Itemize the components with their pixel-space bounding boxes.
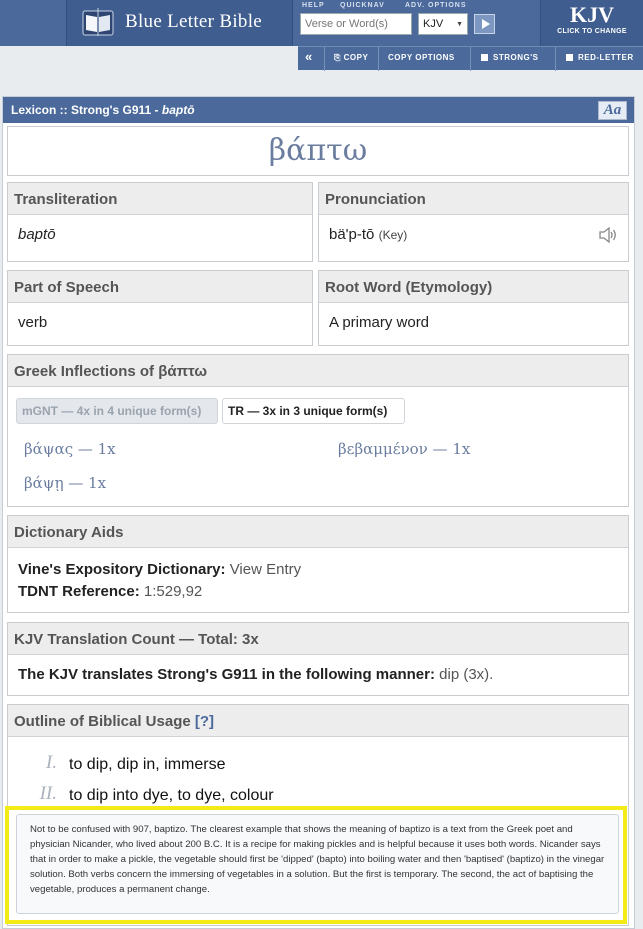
dictionary-aids-body: Vine's Expository Dictionary: View Entry…: [8, 548, 628, 603]
pronunciation-key-link[interactable]: (Key): [379, 228, 408, 242]
translation-count-body: The KJV translates Strong's G911 in the …: [8, 655, 628, 694]
translation-value-link[interactable]: dip (3x).: [439, 666, 493, 683]
outline-heading: Outline of Biblical Usage [?]: [8, 705, 628, 737]
dictionary-aids-heading: Dictionary Aids: [8, 516, 628, 548]
red-letter-checkbox[interactable]: [566, 54, 573, 61]
tab-tr[interactable]: TR — 3x in 3 unique form(s): [222, 398, 405, 424]
outline-item: to dip into dye, to dye, colour: [69, 787, 274, 804]
transliteration-heading: Transliteration: [8, 183, 312, 215]
vines-row: Vine's Expository Dictionary: View Entry: [18, 559, 618, 581]
transliteration-value: baptō: [18, 226, 56, 243]
outline-help-link[interactable]: [?]: [195, 713, 214, 730]
copy-label: COPY: [343, 53, 369, 62]
dictionary-aids-box: Dictionary Aids Vine's Expository Dictio…: [7, 515, 629, 613]
inflection-form[interactable]: βάψας — 1x: [24, 440, 116, 458]
lexicon-greek-word: βάπτω: [7, 126, 629, 176]
inflections-heading: Greek Inflections of βάπτω: [8, 355, 628, 387]
strongs-label: STRONG'S: [493, 53, 539, 62]
strongs-checkbox[interactable]: [481, 54, 488, 61]
transliteration-body: baptō: [8, 215, 312, 254]
toolbar-divider: [470, 47, 471, 71]
tdnt-row: TDNT Reference: 1:529,92: [18, 581, 618, 603]
vines-label: Vine's Expository Dictionary:: [18, 561, 226, 578]
root-word-box: Root Word (Etymology) A primary word: [318, 270, 629, 346]
vines-view-entry-link[interactable]: View Entry: [230, 561, 301, 578]
pronunciation-value: bä'p-tō: [329, 226, 375, 243]
pronunciation-box: Pronunciation bä'p-tō (Key): [318, 182, 629, 262]
copy-button[interactable]: ⎘ COPY: [334, 53, 368, 63]
tab-mgnt[interactable]: mGNT — 4x in 4 unique form(s): [16, 398, 218, 424]
panel-title-prefix: Lexicon :: Strong's G911 -: [11, 103, 162, 117]
panel-title: Lexicon :: Strong's G911 - baptō Aa: [3, 97, 634, 123]
root-word-value: A primary word: [329, 314, 430, 331]
usage-note: Not to be confused with 907, baptizo. Th…: [16, 814, 619, 914]
inflection-form[interactable]: βεβαμμένον — 1x: [338, 440, 470, 458]
site-logo[interactable]: Blue Letter Bible: [66, 0, 293, 46]
root-word-heading: Root Word (Etymology): [319, 271, 628, 303]
version-badge-hint: CLICK TO CHANGE: [557, 28, 627, 35]
part-of-speech-value: verb: [18, 314, 48, 331]
speaker-icon[interactable]: [598, 227, 618, 243]
toolbar-divider: [555, 47, 556, 71]
version-badge[interactable]: KJV CLICK TO CHANGE: [540, 0, 643, 46]
part-of-speech-box: Part of Speech verb: [7, 270, 313, 346]
panel-title-word: baptō: [161, 103, 195, 117]
toolbar-divider: [378, 47, 379, 71]
transliteration-box: Transliteration baptō: [7, 182, 313, 262]
quicknav-link[interactable]: QUICKNAV: [340, 2, 385, 9]
outline-item: to dip, dip in, immerse: [69, 756, 226, 773]
collapse-icon[interactable]: «: [305, 49, 313, 64]
version-select[interactable]: KJV ▼: [418, 13, 468, 35]
translation-count-heading: KJV Translation Count — Total: 3x: [8, 623, 628, 655]
translation-sentence: The KJV translates Strong's G911 in the …: [18, 666, 435, 683]
font-size-button[interactable]: Aa: [598, 101, 627, 120]
strongs-toggle[interactable]: STRONG'S: [481, 53, 538, 62]
translation-count-box: KJV Translation Count — Total: 3x The KJ…: [7, 622, 629, 696]
copy-icon: ⎘: [334, 53, 344, 62]
tdnt-label: TDNT Reference:: [18, 583, 140, 600]
part-of-speech-heading: Part of Speech: [8, 271, 312, 303]
chevron-down-icon: ▼: [456, 21, 463, 28]
search-go-button[interactable]: [474, 14, 495, 34]
help-link[interactable]: HELP: [302, 2, 325, 9]
outline-numeral: II.: [39, 783, 57, 804]
toolbar-divider: [324, 47, 325, 71]
copy-options-button[interactable]: COPY OPTIONS: [388, 53, 455, 62]
red-letter-label: RED-LETTER: [578, 53, 634, 62]
bible-logo-icon: [82, 8, 114, 36]
site-title: Blue Letter Bible: [125, 11, 263, 32]
pronunciation-body: bä'p-tō (Key): [319, 215, 628, 254]
lexicon-panel: Lexicon :: Strong's G911 - baptō Aa βάπτ…: [2, 96, 635, 929]
top-header: Blue Letter Bible HELP QUICKNAV ADV. OPT…: [0, 0, 643, 46]
search-input[interactable]: [300, 13, 412, 35]
outline-heading-label: Outline of Biblical Usage: [14, 713, 191, 730]
inflection-form[interactable]: βάψῃ — 1x: [24, 474, 106, 492]
toolbar: « ⎘ COPY COPY OPTIONS STRONG'S RED-LETTE…: [298, 46, 643, 71]
red-letter-toggle[interactable]: RED-LETTER: [566, 53, 634, 62]
outline-numeral: I.: [45, 752, 57, 773]
version-badge-label: KJV: [570, 2, 614, 27]
pronunciation-heading: Pronunciation: [319, 183, 628, 215]
version-select-value: KJV: [423, 18, 444, 30]
tdnt-reference-link[interactable]: 1:529,92: [144, 583, 202, 600]
adv-options-link[interactable]: ADV. OPTIONS: [405, 2, 467, 9]
